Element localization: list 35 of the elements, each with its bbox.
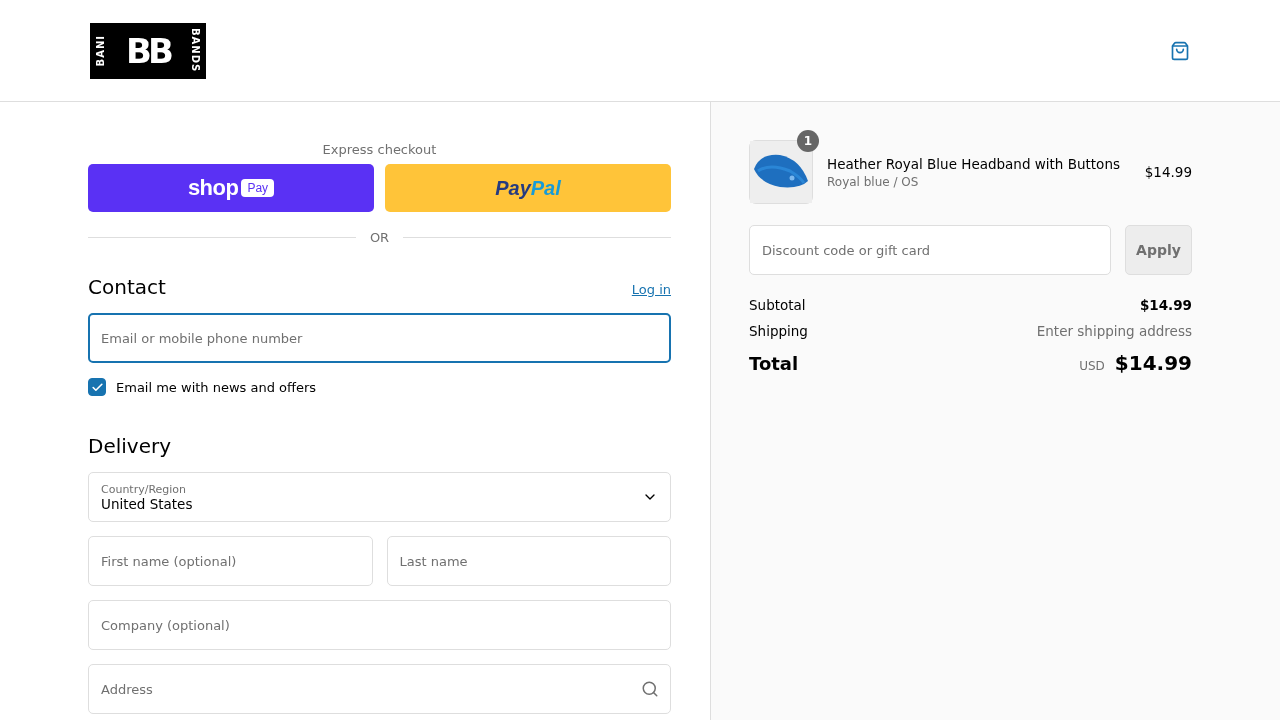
country-select[interactable]: Country/Region United States xyxy=(88,472,671,522)
text-field[interactable]: Company (optional) xyxy=(88,600,671,650)
search-icon xyxy=(641,680,659,698)
text-field[interactable]: Last name xyxy=(386,536,671,586)
shop-pay-button[interactable]: shop Pay xyxy=(88,164,374,212)
summary-label: Shipping xyxy=(749,323,808,339)
quantity-badge: 1 xyxy=(797,130,819,152)
currency-code: USD xyxy=(1079,359,1105,373)
product-name: Heather Royal Blue Headband with Buttons xyxy=(827,155,1121,172)
login-link[interactable]: Log in xyxy=(631,282,671,297)
logo-text: BANDS xyxy=(190,28,200,73)
checkbox-label: Email me with news and offers xyxy=(116,379,317,395)
paypal-button[interactable]: PayPal xyxy=(385,164,671,212)
discount-field[interactable]: Discount code or gift card xyxy=(749,225,1111,275)
logo-text: BANI xyxy=(96,34,106,67)
total-value: $14.99 xyxy=(1114,351,1192,375)
email-field[interactable]: Email or mobile phone number xyxy=(88,313,671,363)
section-label: Express checkout xyxy=(321,142,438,157)
product-variant: Royal blue / OS xyxy=(827,174,920,189)
summary-label: Subtotal xyxy=(749,297,806,313)
section-title: Delivery xyxy=(88,434,172,458)
checkbox[interactable] xyxy=(88,378,106,396)
apply-button[interactable]: Apply xyxy=(1125,225,1192,275)
section-title: Contact xyxy=(88,275,166,299)
logo[interactable]: BANI BB BANDS xyxy=(90,22,206,79)
address-field[interactable]: Address xyxy=(88,664,671,714)
divider-label: OR xyxy=(369,230,390,245)
summary-value: Enter shipping address xyxy=(1036,323,1192,339)
product-price: $14.99 xyxy=(1144,164,1192,180)
text-field[interactable]: First name (optional) xyxy=(88,536,373,586)
logo-text: BB xyxy=(126,33,170,68)
total-label: Total xyxy=(749,352,799,374)
shopping-bag-icon[interactable] xyxy=(1170,40,1190,61)
summary-value: $14.99 xyxy=(1139,297,1192,313)
check-icon xyxy=(90,380,104,394)
